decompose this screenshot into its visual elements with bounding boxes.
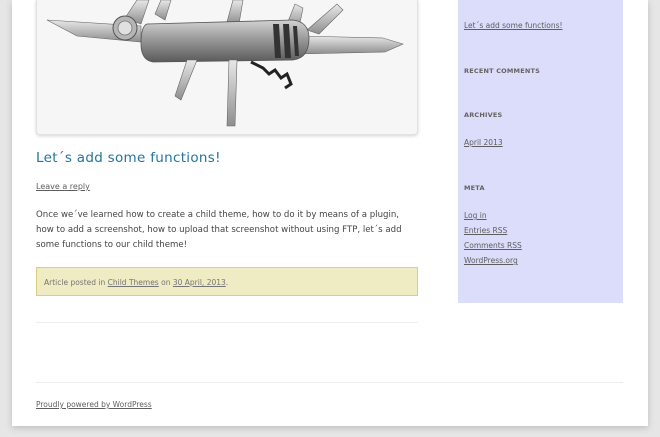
meta-end: . — [225, 278, 229, 287]
footer-divider — [36, 382, 623, 383]
category-link[interactable]: Child Themes — [108, 278, 159, 287]
meta-link-comments-rss[interactable]: Comments RSS — [464, 241, 522, 250]
meta-link-wordpress-org[interactable]: WordPress.org — [464, 256, 518, 265]
meta-prefix: Article posted in — [44, 278, 106, 287]
recent-comments-title: RECENT COMMENTS — [464, 67, 541, 75]
recent-post-link[interactable]: Let´s add some functions! — [464, 21, 563, 30]
leave-reply-link-wrap: Leave a reply — [36, 182, 418, 191]
meta-on: on — [161, 278, 171, 287]
meta-link-entries-rss[interactable]: Entries RSS — [464, 226, 507, 235]
meta-title: META — [464, 184, 485, 192]
post-divider — [36, 322, 418, 323]
archive-link-april-2013[interactable]: April 2013 — [464, 138, 503, 147]
sidebar: Let´s add some functions! RECENT COMMENT… — [458, 0, 623, 303]
meta-link-login[interactable]: Log in — [464, 211, 487, 220]
powered-by-link[interactable]: Proudly powered by WordPress — [36, 400, 152, 409]
archives-title: ARCHIVES — [464, 111, 503, 119]
swiss-army-knife-icon — [46, 0, 404, 127]
post-article: Let´s add some functions! Leave a reply … — [36, 0, 418, 296]
site-footer: Proudly powered by WordPress — [36, 400, 152, 409]
entry-meta-box: Article posted in Child Themes on 30 Apr… — [36, 267, 418, 296]
post-title[interactable]: Let´s add some functions! — [36, 150, 418, 166]
date-link[interactable]: 30 April, 2013 — [173, 278, 226, 287]
page: Let´s add some functions! Leave a reply … — [12, 0, 648, 426]
leave-reply-link[interactable]: Leave a reply — [36, 182, 90, 191]
post-excerpt: Once we´ve learned how to create a child… — [36, 210, 402, 250]
featured-image-swiss-knife[interactable] — [36, 0, 418, 135]
